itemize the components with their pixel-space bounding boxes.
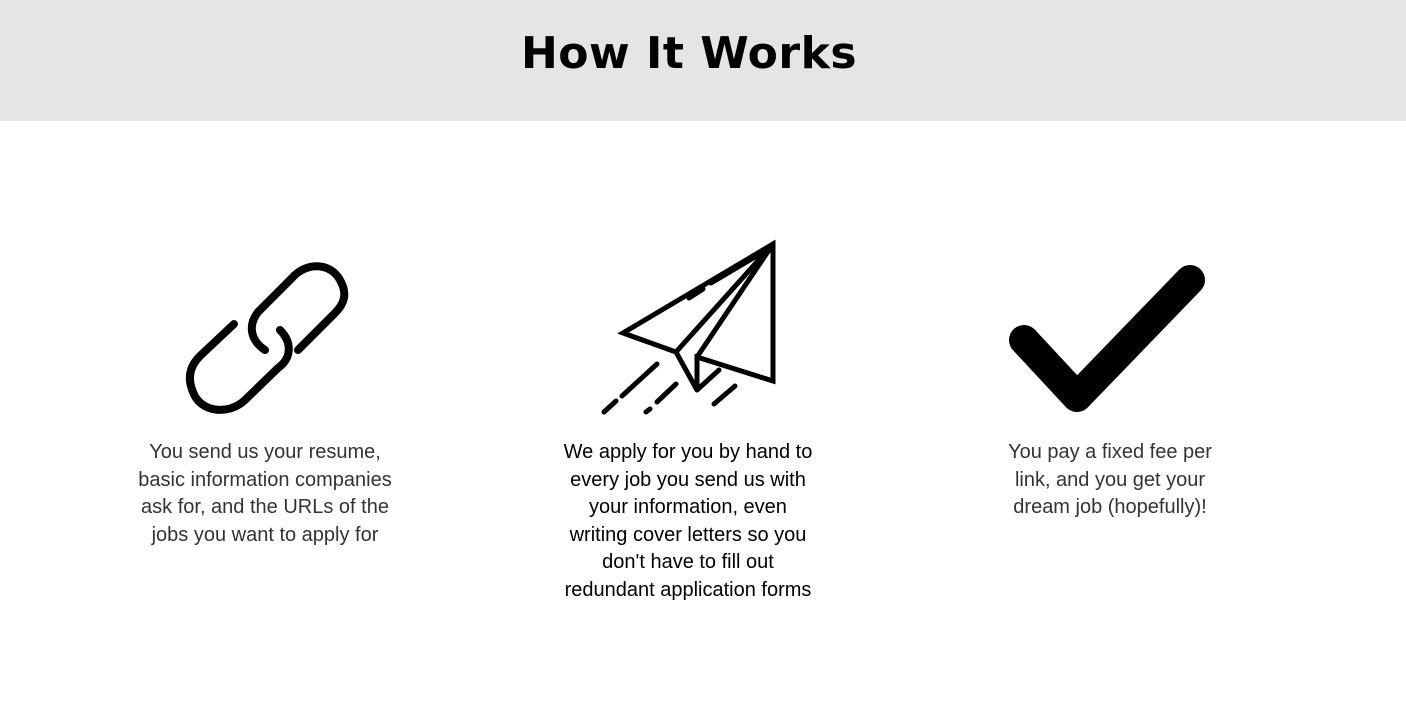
step-description: You pay a fixed fee per link, and you ge… (1008, 441, 1212, 518)
section-title: How It Works (520, 28, 858, 79)
checkmark-icon (1009, 265, 1205, 412)
how-it-works-header: How It Works (0, 0, 1406, 121)
step-description: You send us your resume, basic informati… (138, 441, 392, 546)
link-icon (185, 262, 349, 414)
step-description: We apply for you by hand to every job yo… (563, 441, 813, 601)
paper-plane-icon (601, 239, 776, 415)
